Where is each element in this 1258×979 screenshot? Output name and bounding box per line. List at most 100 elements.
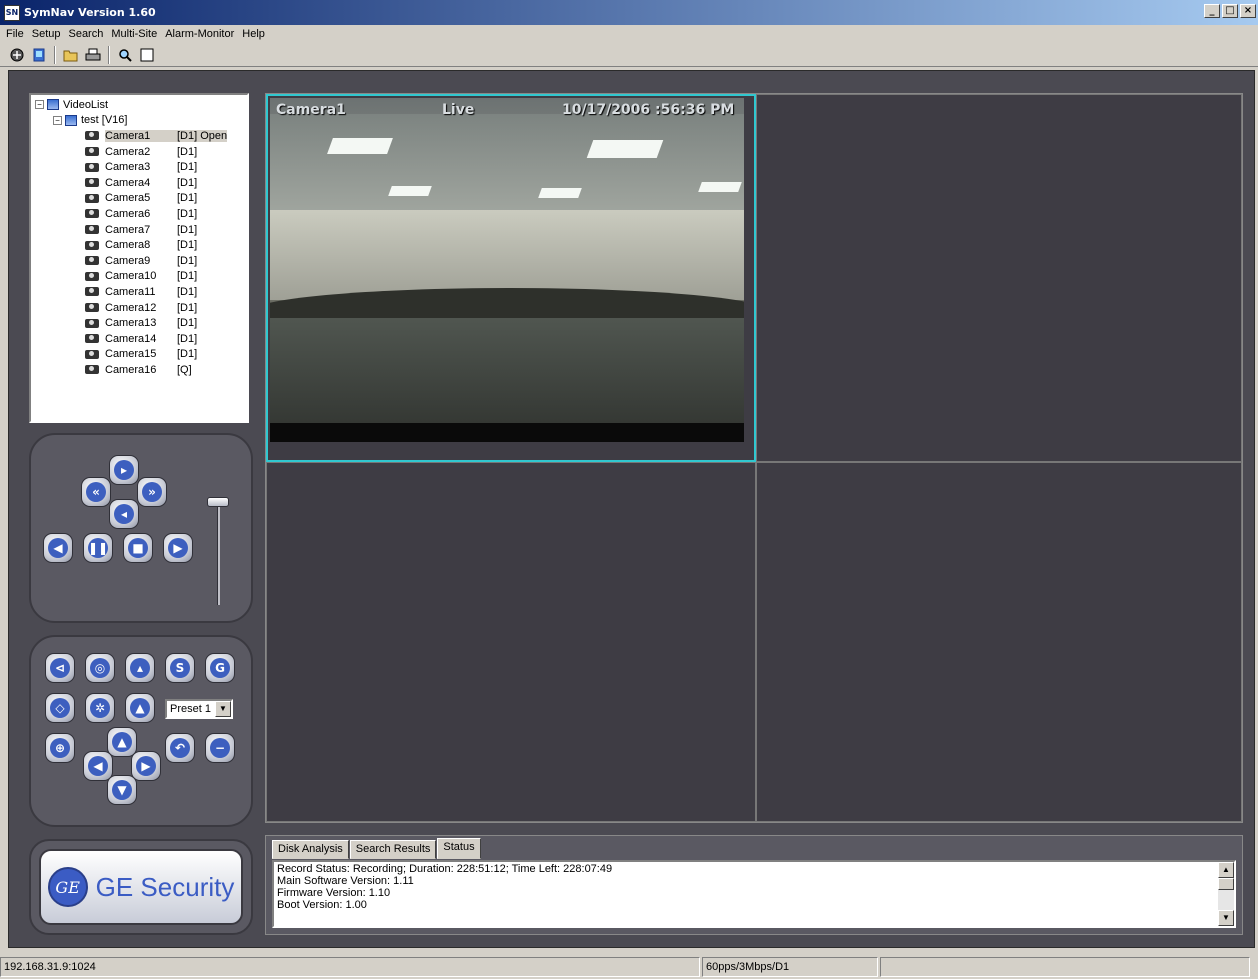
camera-tree-item[interactable]: Camera5 [D1] [35, 191, 243, 207]
print-icon[interactable] [84, 46, 102, 64]
collapse-icon[interactable]: − [53, 115, 62, 125]
scroll-thumb[interactable] [1218, 878, 1234, 890]
minimize-button[interactable]: _ [1204, 4, 1220, 18]
preset-dropdown[interactable]: Preset 1 ▼ [165, 699, 233, 719]
rewind-button[interactable]: « [81, 477, 111, 507]
play-button[interactable]: ▶ [163, 533, 193, 563]
camera-status: [D1] [177, 285, 198, 298]
reverse-play-button[interactable]: ◀ [43, 533, 73, 563]
status-text-area[interactable]: Record Status: Recording; Duration: 228:… [272, 860, 1236, 928]
speed-slider-track[interactable] [217, 505, 220, 605]
magnify-button[interactable]: ⊕ [45, 733, 75, 763]
fast-forward-button[interactable]: » [137, 477, 167, 507]
chevron-down-icon[interactable]: ▼ [215, 701, 231, 717]
close-button[interactable]: × [1240, 4, 1256, 18]
camera-tree-item[interactable]: Camera8 [D1] [35, 237, 243, 253]
iris-open-button[interactable]: ✲ [85, 693, 115, 723]
camera-tree-item[interactable]: Camera4 [D1] [35, 175, 243, 191]
menu-alarm-monitor[interactable]: Alarm-Monitor [161, 28, 238, 40]
stop-button[interactable]: ■ [123, 533, 153, 563]
menu-file[interactable]: File [2, 28, 28, 40]
video-cell-2[interactable] [756, 94, 1242, 462]
status-line: Firmware Version: 1.10 [277, 887, 391, 899]
zoom-out-button[interactable]: ⊲ [45, 653, 75, 683]
goto-preset-label: G [210, 658, 230, 678]
undo-icon: ↶ [170, 738, 190, 758]
tab-search-results[interactable]: Search Results [349, 840, 437, 859]
videolist-icon[interactable] [30, 46, 48, 64]
camera-icon [85, 303, 99, 313]
step-forward-button[interactable]: ▸ [109, 455, 139, 485]
camera-tree-item[interactable]: Camera6 [D1] [35, 206, 243, 222]
camera-status: [D1] [177, 254, 198, 267]
step-back-button[interactable]: ◂ [109, 499, 139, 529]
camera-status: [D1] [177, 301, 198, 314]
tree-root[interactable]: − VideoList [35, 97, 243, 113]
camera-tree-item[interactable]: Camera11 [D1] [35, 284, 243, 300]
camera-tree-item[interactable]: Camera15 [D1] [35, 347, 243, 363]
camera-status: [D1] [177, 270, 198, 283]
connect-icon[interactable] [8, 46, 26, 64]
camera-tree-item[interactable]: Camera12 [D1] [35, 300, 243, 316]
pan-up-button[interactable]: ▲ [107, 727, 137, 757]
focus-near-button[interactable]: ▴ [125, 653, 155, 683]
play-icon: ▶ [168, 538, 188, 558]
camera-tree-item[interactable]: Camera9 [D1] [35, 253, 243, 269]
pan-right-button[interactable]: ▶ [131, 751, 161, 781]
camera-tree-item[interactable]: Camera7 [D1] [35, 222, 243, 238]
focus-near-icon: ▴ [130, 658, 150, 678]
camera-list: Camera1 [D1] Open Camera2 [D1] Camera3 [D1] Ca… [35, 128, 243, 378]
ptz-panel: ⊲ ◎ ▴ S G ◇ ✲ ▲ Preset 1 ▼ ⊕ ▲ ◀ ▶ ▼ ↶ − [29, 635, 253, 827]
camera-tree-item[interactable]: Camera3 [D1] [35, 159, 243, 175]
search-icon[interactable] [116, 46, 134, 64]
menu-bar: File Setup Search Multi-Site Alarm-Monit… [0, 25, 1258, 43]
camera-status: [D1] [177, 192, 198, 205]
pan-down-button[interactable]: ▼ [107, 775, 137, 805]
camera-icon [85, 193, 99, 203]
maximize-button[interactable]: □ [1222, 4, 1238, 18]
scroll-up-icon[interactable]: ▲ [1218, 862, 1234, 878]
collapse-icon[interactable]: − [35, 100, 44, 110]
video-cell-4[interactable] [756, 462, 1242, 822]
menu-search[interactable]: Search [64, 28, 107, 40]
camera-tree-item[interactable]: Camera14 [D1] [35, 331, 243, 347]
camera-name: Camera3 [105, 161, 151, 174]
camera-tree-item[interactable]: Camera1 [D1] Open [35, 128, 243, 144]
tree-recorder[interactable]: − test [V16] [35, 113, 243, 129]
minus-button[interactable]: − [205, 733, 235, 763]
camera-name: Camera9 [105, 254, 151, 267]
ge-security-logo: GE GE Security [39, 849, 243, 925]
blank-window-icon[interactable] [138, 46, 156, 64]
undo-button[interactable]: ↶ [165, 733, 195, 763]
toolbar [0, 43, 1258, 67]
zoom-in-button[interactable]: ◇ [45, 693, 75, 723]
video-cell-3[interactable] [266, 462, 756, 822]
menu-help[interactable]: Help [238, 28, 269, 40]
set-preset-button[interactable]: S [165, 653, 195, 683]
goto-preset-button[interactable]: G [205, 653, 235, 683]
focus-far-button[interactable]: ▲ [125, 693, 155, 723]
video-cell-1[interactable]: Camera1 Live 10/17/2006 :56:36 PM [266, 94, 756, 462]
pan-left-button[interactable]: ◀ [83, 751, 113, 781]
speed-slider-thumb[interactable] [207, 497, 229, 507]
iris-open-icon: ✲ [90, 698, 110, 718]
camera-tree-item[interactable]: Camera10 [D1] [35, 269, 243, 285]
camera-icon [85, 334, 99, 344]
camera-tree-item[interactable]: Camera13 [D1] [35, 315, 243, 331]
status-bar: 192.168.31.9:1024 60pps/3Mbps/D1 [0, 955, 1258, 979]
tab-disk-analysis[interactable]: Disk Analysis [272, 840, 349, 859]
camera-status: [D1] [177, 348, 198, 361]
iris-close-button[interactable]: ◎ [85, 653, 115, 683]
open-folder-icon[interactable] [62, 46, 80, 64]
camera-name: Camera5 [105, 192, 151, 205]
camera-tree-item[interactable]: Camera16 [Q] [35, 362, 243, 378]
camera-tree-item[interactable]: Camera2 [D1] [35, 144, 243, 160]
pause-button[interactable]: ❚❚ [83, 533, 113, 563]
scroll-down-icon[interactable]: ▼ [1218, 910, 1234, 926]
tab-status[interactable]: Status [437, 838, 481, 859]
camera-status: [D1] Open [177, 129, 228, 142]
camera-icon [85, 256, 99, 266]
vertical-scrollbar[interactable]: ▲ ▼ [1218, 862, 1234, 926]
menu-multi-site[interactable]: Multi-Site [107, 28, 161, 40]
menu-setup[interactable]: Setup [28, 28, 65, 40]
